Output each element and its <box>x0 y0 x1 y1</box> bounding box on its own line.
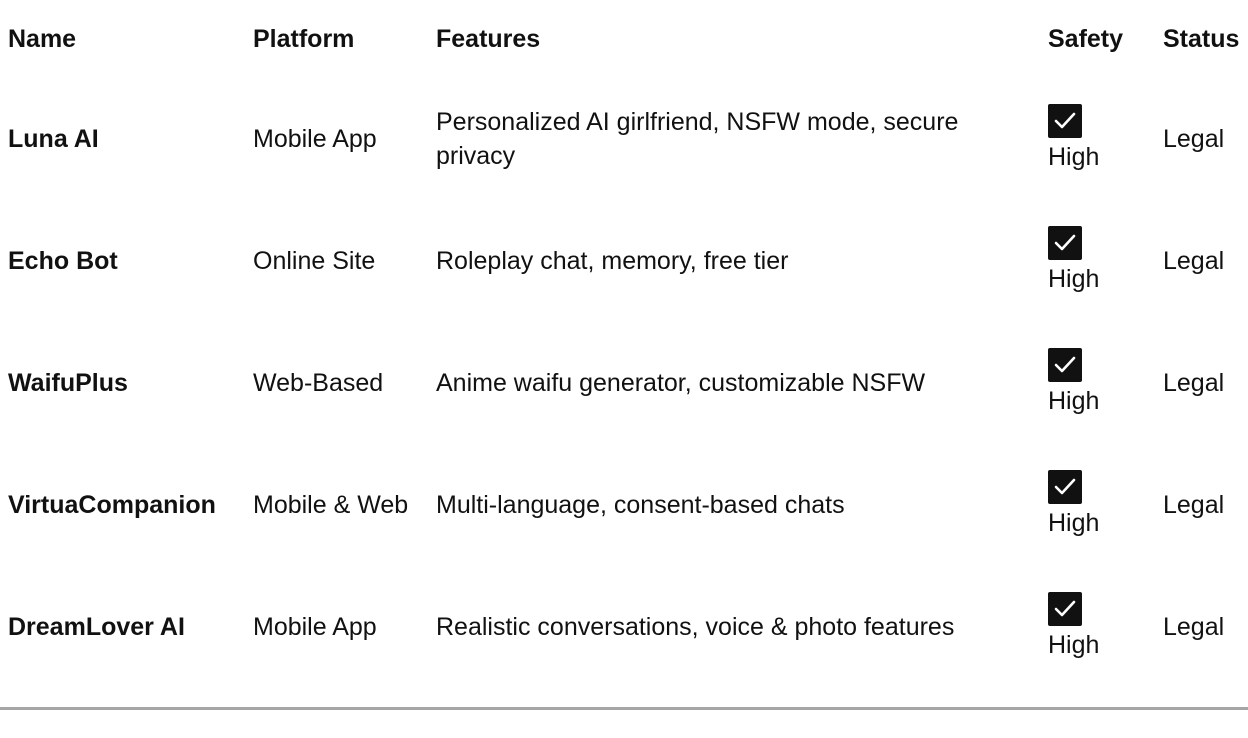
cell-safety: High <box>1040 78 1155 200</box>
table-row: Echo Bot Online Site Roleplay chat, memo… <box>0 200 1248 322</box>
cell-name: VirtuaCompanion <box>8 491 216 519</box>
safety-indicator: High <box>1048 470 1099 540</box>
header-features: Features <box>436 25 541 53</box>
cell-status: Legal <box>1163 491 1225 519</box>
cell-platform: Web-Based <box>253 369 384 397</box>
bottom-divider <box>0 707 1248 710</box>
cell-platform: Mobile App <box>253 613 377 641</box>
cell-name: DreamLover AI <box>8 613 185 641</box>
cell-platform: Online Site <box>253 247 376 275</box>
check-icon <box>1048 104 1082 138</box>
cell-status: Legal <box>1163 613 1225 641</box>
table-row: Luna AI Mobile App Personalized AI girlf… <box>0 78 1248 200</box>
cell-name: Echo Bot <box>8 247 118 275</box>
cell-safety: High <box>1040 200 1155 322</box>
cell-name: WaifuPlus <box>8 369 128 397</box>
cell-features: Roleplay chat, memory, free tier <box>436 247 789 275</box>
header-status: Status <box>1163 25 1240 53</box>
check-icon <box>1048 348 1082 382</box>
table-body: Luna AI Mobile App Personalized AI girlf… <box>0 78 1248 688</box>
cell-platform: Mobile & Web <box>253 491 409 519</box>
safety-level: High <box>1048 509 1100 537</box>
header-name: Name <box>8 25 77 53</box>
cell-platform: Mobile App <box>253 125 377 153</box>
table-row: WaifuPlus Web-Based Anime waifu generato… <box>0 322 1248 444</box>
cell-features: Anime waifu generator, customizable NSFW <box>436 369 926 397</box>
cell-status: Legal <box>1163 369 1225 397</box>
cell-features: Multi-language, consent-based chats <box>436 491 845 519</box>
table-header: Name Platform Features Safety Status <box>0 0 1248 78</box>
check-icon <box>1048 226 1082 260</box>
header-safety: Safety <box>1048 25 1124 53</box>
safety-level: High <box>1048 265 1100 293</box>
safety-indicator: High <box>1048 592 1099 662</box>
header-platform: Platform <box>253 25 355 53</box>
cell-status: Legal <box>1163 247 1225 275</box>
check-icon <box>1048 470 1082 504</box>
safety-level: High <box>1048 143 1100 171</box>
safety-indicator: High <box>1048 104 1099 174</box>
cell-safety: High <box>1040 322 1155 444</box>
apps-table: Name Platform Features Safety Status Lun… <box>0 0 1248 688</box>
check-icon <box>1048 592 1082 626</box>
cell-name: Luna AI <box>8 125 99 153</box>
safety-indicator: High <box>1048 226 1099 296</box>
cell-status: Legal <box>1163 125 1225 153</box>
table-row: DreamLover AI Mobile App Realistic conve… <box>0 566 1248 688</box>
cell-safety: High <box>1040 444 1155 566</box>
safety-level: High <box>1048 387 1100 415</box>
safety-level: High <box>1048 631 1100 659</box>
safety-indicator: High <box>1048 348 1099 418</box>
cell-features: Realistic conversations, voice & photo f… <box>436 613 955 641</box>
header-row: Name Platform Features Safety Status <box>0 0 1248 78</box>
cell-safety: High <box>1040 566 1155 688</box>
table-row: VirtuaCompanion Mobile & Web Multi-langu… <box>0 444 1248 566</box>
cell-features: Personalized AI girlfriend, NSFW mode, s… <box>436 108 959 170</box>
